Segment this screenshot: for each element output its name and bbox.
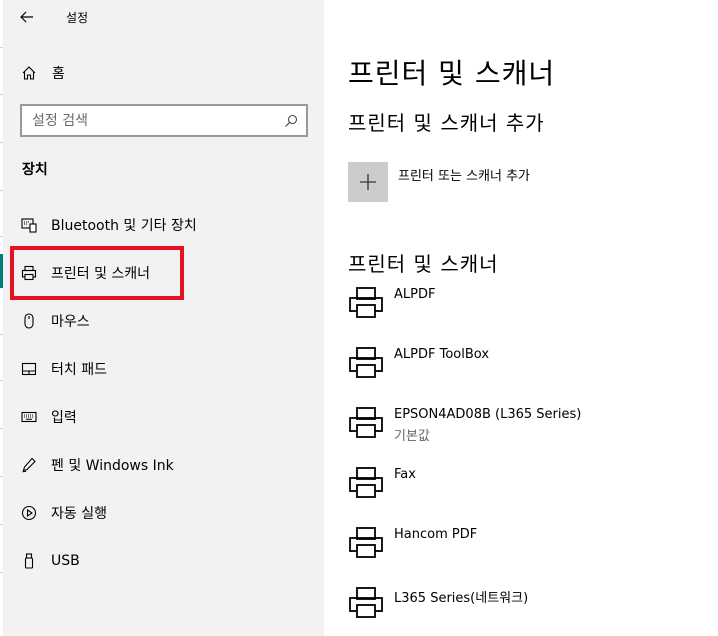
sidebar: 설정 홈 장치 Bluetooth 및 기타 장치 [0, 0, 324, 636]
add-button-tile[interactable] [348, 162, 388, 202]
printer-item[interactable]: ALPDF ToolBox [348, 346, 708, 390]
printer-item[interactable]: EPSON4AD08B (L365 Series) 기본값 [348, 406, 708, 450]
home-label: 홈 [52, 66, 65, 82]
search-box[interactable] [20, 104, 308, 137]
touchpad-icon [21, 362, 37, 376]
printer-icon [349, 587, 383, 618]
sidebar-item-label: Bluetooth 및 기타 장치 [51, 218, 197, 234]
home-icon [22, 66, 36, 80]
accent-marker [0, 254, 3, 288]
sidebar-item-label: 터치 패드 [51, 362, 107, 378]
page-title: 프린터 및 스캐너 [348, 57, 556, 90]
main-content: 프린터 및 스캐너 프린터 및 스캐너 추가 프린터 또는 스캐너 추가 프린터… [324, 0, 718, 636]
printer-icon [21, 265, 37, 281]
printer-icon [349, 347, 383, 378]
sidebar-item-usb[interactable]: USB [14, 545, 314, 577]
sidebar-item-label: USB [51, 553, 80, 569]
sidebar-item-typing[interactable]: 입력 [14, 401, 314, 433]
autoplay-icon [21, 505, 37, 521]
printer-icon [349, 467, 383, 498]
sidebar-item-bluetooth[interactable]: Bluetooth 및 기타 장치 [14, 209, 314, 241]
sidebar-item-printers[interactable]: 프린터 및 스캐너 [14, 257, 314, 289]
printer-icon [349, 527, 383, 558]
printer-list-title: 프린터 및 스캐너 [348, 252, 499, 276]
printer-item[interactable]: Fax [348, 466, 708, 510]
add-section-title: 프린터 및 스캐너 추가 [348, 111, 545, 135]
printer-item[interactable]: ALPDF [348, 286, 708, 330]
sidebar-item-label: 프린터 및 스캐너 [51, 266, 151, 282]
sidebar-item-label: 자동 실행 [51, 506, 107, 522]
mouse-icon [24, 313, 34, 329]
printer-name: ALPDF [394, 287, 436, 302]
home-link[interactable]: 홈 [14, 58, 314, 88]
window-title: 설정 [66, 11, 89, 25]
default-status: 기본값 [394, 429, 430, 444]
sidebar-item-touchpad[interactable]: 터치 패드 [14, 353, 314, 385]
pen-icon [22, 457, 36, 473]
printer-name: Fax [394, 467, 416, 482]
bluetooth-devices-icon [21, 218, 37, 233]
sidebar-item-mouse[interactable]: 마우스 [14, 305, 314, 337]
printer-name: Hancom PDF [394, 527, 478, 542]
search-input[interactable] [32, 112, 272, 129]
section-title: 장치 [22, 162, 48, 178]
printer-name: EPSON4AD08B (L365 Series) [394, 407, 582, 422]
sidebar-item-pen[interactable]: 펜 및 Windows Ink [14, 449, 314, 481]
keyboard-icon [21, 411, 37, 423]
printer-name: L365 Series(네트워크) [394, 591, 529, 606]
search-icon[interactable] [284, 114, 298, 128]
printer-icon [349, 407, 383, 438]
sidebar-item-label: 펜 및 Windows Ink [51, 458, 174, 474]
usb-icon [24, 553, 34, 569]
printer-item[interactable]: L365 Series(네트워크) [348, 586, 708, 630]
plus-icon [360, 174, 376, 190]
add-printer-label: 프린터 또는 스캐너 추가 [398, 169, 530, 184]
sidebar-item-label: 입력 [51, 410, 77, 426]
add-printer-button[interactable]: 프린터 또는 스캐너 추가 [348, 162, 530, 204]
printer-name: ALPDF ToolBox [394, 347, 490, 362]
window-edge [0, 0, 3, 636]
back-button[interactable] [12, 2, 42, 32]
sidebar-item-label: 마우스 [51, 314, 90, 330]
back-arrow-icon [20, 11, 33, 23]
sidebar-item-autoplay[interactable]: 자동 실행 [14, 497, 314, 529]
printer-icon [349, 287, 383, 318]
printer-item[interactable]: Hancom PDF [348, 526, 708, 570]
